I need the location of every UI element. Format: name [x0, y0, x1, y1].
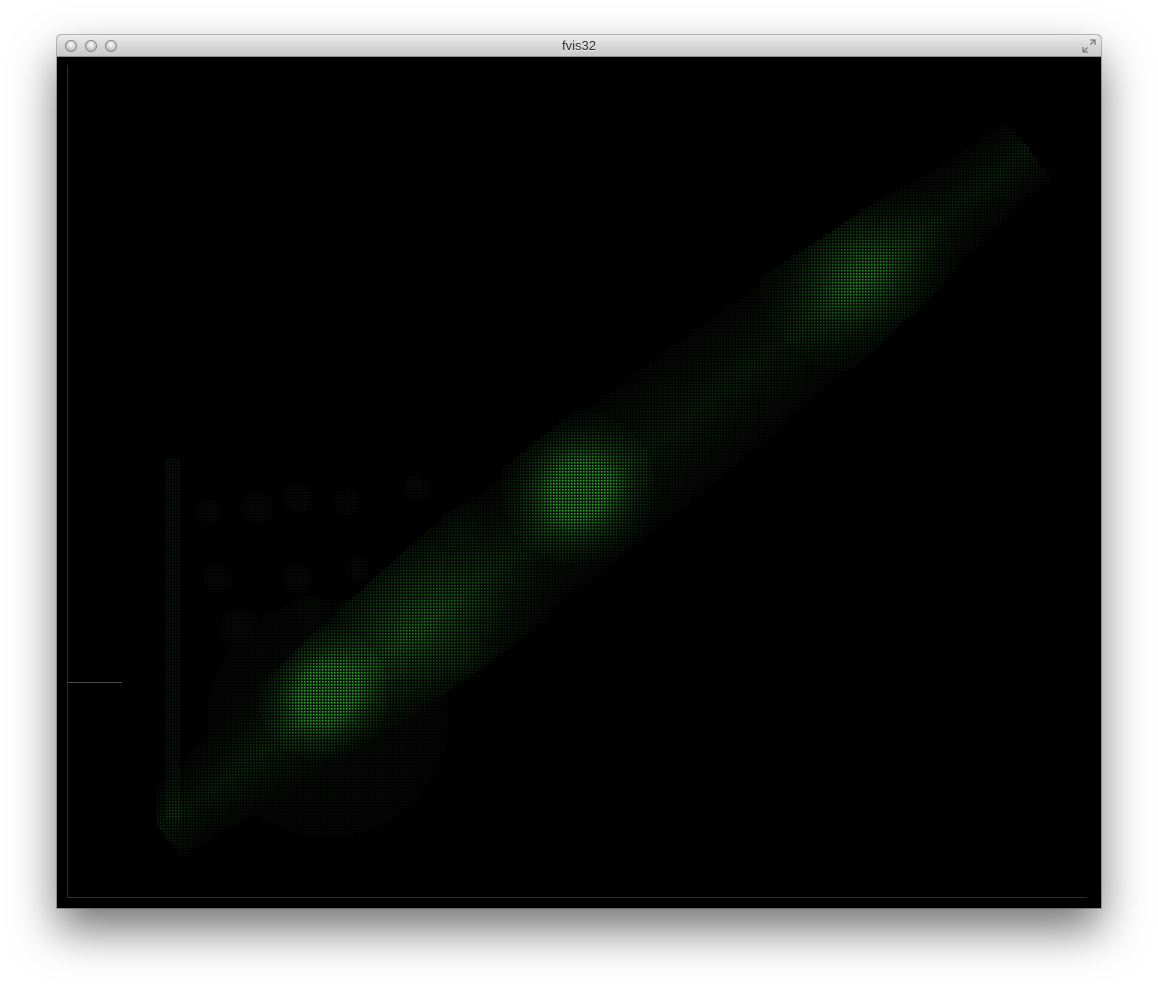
title-bar[interactable]: fvis32 [57, 35, 1101, 57]
reference-tick [67, 682, 122, 683]
app-window: fvis32 [57, 35, 1101, 908]
density-heatmap [57, 57, 1101, 908]
window-title: fvis32 [562, 38, 596, 53]
x-axis-line [67, 897, 1087, 898]
y-axis-line [67, 65, 68, 897]
plot-area[interactable] [57, 57, 1101, 908]
fullscreen-icon[interactable] [1082, 39, 1096, 53]
